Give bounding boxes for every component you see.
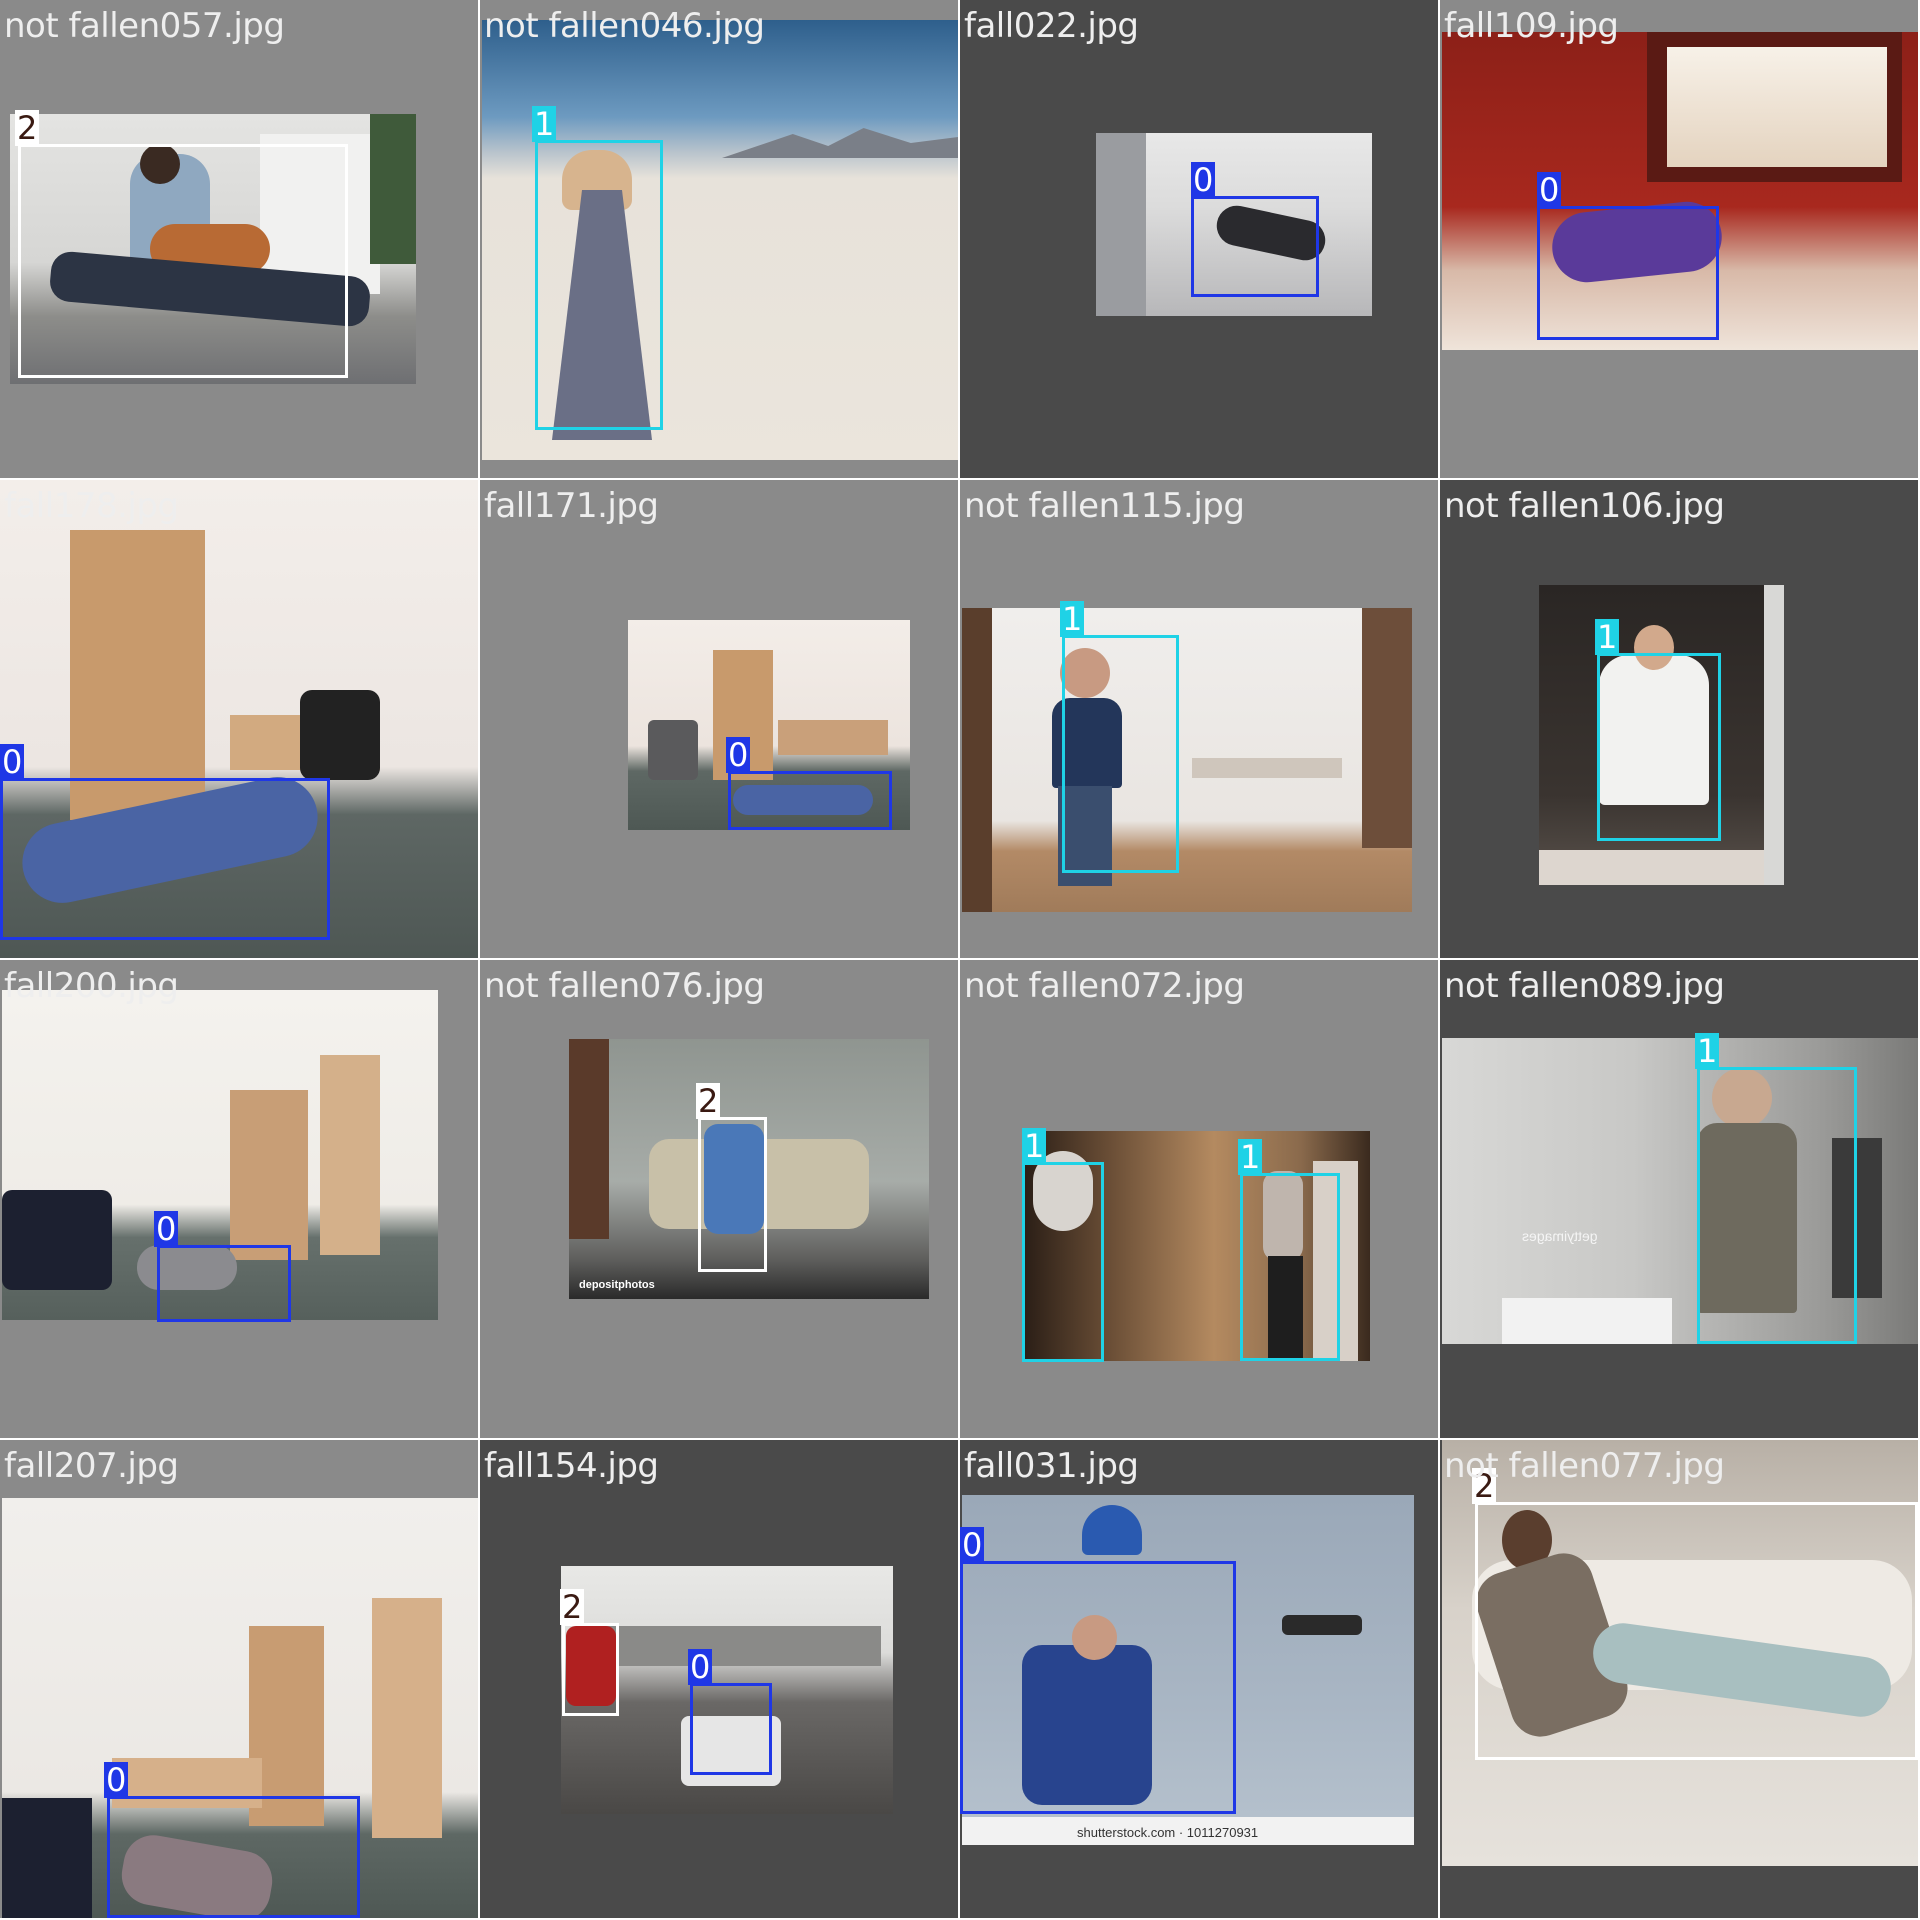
filename-label: fall200.jpg: [4, 966, 179, 1006]
detection-box: [728, 771, 892, 830]
tile-5: 0 fall178.jpg: [0, 480, 478, 958]
detection-box: [0, 778, 330, 940]
filename-label: fall207.jpg: [4, 1446, 179, 1486]
filename-label: not fallen057.jpg: [4, 6, 285, 46]
class-label: 0: [154, 1210, 179, 1248]
tile-15: shutterstock.com · 1011270931 0 fall031.…: [960, 1440, 1438, 1918]
class-label: 1: [532, 105, 557, 143]
detection-box: [535, 140, 663, 430]
class-label: 0: [104, 1761, 129, 1799]
filename-label: fall022.jpg: [964, 6, 1139, 46]
detection-box: [698, 1117, 767, 1272]
class-label: 0: [0, 743, 25, 781]
tile-6: 0 fall171.jpg: [480, 480, 958, 958]
tile-9: 0 fall200.jpg: [0, 960, 478, 1438]
watermark-text: depositphotos: [579, 1279, 655, 1291]
class-label: 1: [1060, 600, 1085, 638]
filename-label: not fallen077.jpg: [1444, 1446, 1725, 1486]
tile-4: 0 fall109.jpg: [1440, 0, 1918, 478]
tile-8: 1 not fallen106.jpg: [1440, 480, 1918, 958]
class-label: 0: [726, 736, 751, 774]
tile-7: 1 not fallen115.jpg: [960, 480, 1438, 958]
detection-box: [1475, 1502, 1918, 1760]
class-label: 0: [1191, 161, 1216, 199]
tile-13: 0 fall207.jpg: [0, 1440, 478, 1918]
filename-label: fall031.jpg: [964, 1446, 1139, 1486]
tile-2: 1 not fallen046.jpg: [480, 0, 958, 478]
class-label: 1: [1238, 1138, 1263, 1176]
detection-box: [1191, 196, 1319, 297]
tile-12: gettyimages 1 not fallen089.jpg: [1440, 960, 1918, 1438]
class-label: 0: [960, 1526, 985, 1564]
class-label: 0: [1537, 171, 1562, 209]
class-label: 2: [696, 1082, 721, 1120]
watermark-text: gettyimages: [1522, 1228, 1598, 1244]
detection-box: [1537, 206, 1719, 340]
photo: [962, 608, 1412, 912]
detection-box: [690, 1683, 772, 1775]
detection-box: [18, 144, 348, 378]
filename-label: fall154.jpg: [484, 1446, 659, 1486]
filename-label: not fallen089.jpg: [1444, 966, 1725, 1006]
detection-box: [1022, 1162, 1104, 1362]
image-grid: 2 not fallen057.jpg 1 not fallen046.jpg …: [0, 0, 1920, 1920]
filename-label: not fallen046.jpg: [484, 6, 765, 46]
filename-label: not fallen115.jpg: [964, 486, 1245, 526]
filename-label: fall109.jpg: [1444, 6, 1619, 46]
filename-label: fall178.jpg: [4, 486, 179, 526]
filename-label: not fallen106.jpg: [1444, 486, 1725, 526]
class-label: 1: [1695, 1032, 1720, 1070]
detection-box: [107, 1796, 360, 1918]
filename-label: not fallen076.jpg: [484, 966, 765, 1006]
filename-label: fall171.jpg: [484, 486, 659, 526]
detection-box: [1597, 653, 1721, 841]
watermark-text: shutterstock.com · 1011270931: [1077, 1825, 1259, 1840]
detection-box: [157, 1245, 291, 1322]
tile-16: 2 not fallen077.jpg: [1440, 1440, 1918, 1918]
class-label: 0: [688, 1648, 713, 1686]
class-label: 1: [1595, 618, 1620, 656]
tile-10: depositphotos 2 not fallen076.jpg: [480, 960, 958, 1438]
detection-box: [1697, 1067, 1857, 1344]
tile-14: 2 0 fall154.jpg: [480, 1440, 958, 1918]
detection-box: [960, 1561, 1236, 1814]
tile-1: 2 not fallen057.jpg: [0, 0, 478, 478]
detection-box: [1240, 1173, 1340, 1361]
filename-label: not fallen072.jpg: [964, 966, 1245, 1006]
tile-3: 0 fall022.jpg: [960, 0, 1438, 478]
tile-11: 1 1 not fallen072.jpg: [960, 960, 1438, 1438]
class-label: 2: [15, 109, 40, 147]
detection-box: [562, 1623, 619, 1716]
detection-box: [1062, 635, 1179, 873]
class-label: 1: [1022, 1127, 1047, 1165]
class-label: 2: [560, 1588, 585, 1626]
